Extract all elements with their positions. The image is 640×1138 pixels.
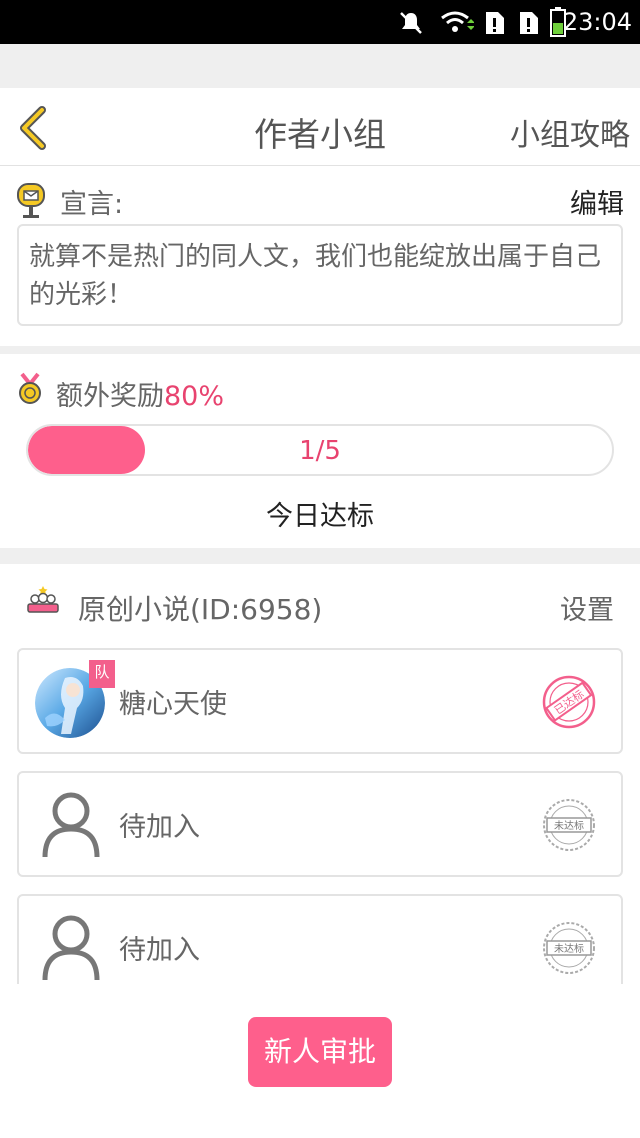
status-bar: 23:04 — [0, 0, 640, 44]
member-card[interactable]: 待加入 未达标 — [17, 771, 623, 877]
group-guide-link[interactable]: 小组攻略 — [510, 110, 630, 154]
group-header: 原创小说(ID:6958) 设置 — [0, 564, 640, 648]
mailbox-icon — [17, 183, 45, 218]
sim1-icon — [486, 12, 504, 34]
reward-percent: 80% — [164, 381, 225, 412]
reward-progress-bar: 1/5 — [26, 424, 614, 476]
member-name: 待加入 — [119, 935, 200, 966]
mute-icon — [400, 12, 422, 34]
wifi-icon — [441, 11, 474, 32]
user-placeholder-icon — [42, 792, 100, 858]
member-card[interactable]: 待加入 未达标 — [17, 894, 623, 984]
section-divider — [0, 548, 640, 564]
user-placeholder-icon — [42, 915, 100, 981]
section-divider — [0, 346, 640, 354]
sim2-icon — [520, 12, 538, 34]
declaration-label: 宣言: — [60, 189, 124, 220]
team-leader-badge: 队 — [89, 660, 115, 688]
stamp-achieved-icon: 已达标 — [542, 675, 596, 729]
stamp-not-achieved-icon: 未达标 — [543, 922, 595, 974]
footer: 新人审批 — [0, 984, 640, 1138]
reward-section: 额外奖励80% 1/5 今日达标 — [0, 354, 640, 548]
member-list[interactable]: 队 糖心天使 已达标 待加入 未达标 待加入 未达标 — [0, 648, 640, 984]
edit-button[interactable]: 编辑 — [570, 182, 624, 221]
member-name: 待加入 — [119, 812, 200, 843]
reward-label-text: 额外奖励 — [56, 381, 164, 412]
declaration-section: 宣言: 编辑 就算不是热门的同人文，我们也能绽放出属于自己的光彩！ — [0, 166, 640, 346]
stamp-not-achieved-text: 未达标 — [554, 820, 584, 832]
status-time: 23:04 — [562, 8, 632, 36]
nav-bar: 作者小组 小组攻略 — [0, 88, 640, 166]
new-member-approval-button[interactable]: 新人审批 — [248, 1017, 392, 1087]
top-spacer — [0, 44, 640, 88]
stamp-not-achieved-icon: 未达标 — [543, 799, 595, 851]
daily-status: 今日达标 — [266, 501, 374, 532]
declaration-text: 就算不是热门的同人文，我们也能绽放出属于自己的光彩！ — [17, 224, 623, 326]
group-title: 原创小说(ID:6958) — [78, 593, 323, 626]
group-settings-button[interactable]: 设置 — [560, 588, 614, 627]
member-name: 糖心天使 — [119, 689, 227, 720]
team-icon — [27, 586, 59, 613]
medal-icon — [19, 372, 41, 404]
member-card[interactable]: 队 糖心天使 已达标 — [17, 648, 623, 754]
stamp-not-achieved-text: 未达标 — [554, 943, 584, 955]
progress-text: 1/5 — [299, 436, 341, 466]
reward-label: 额外奖励80% — [56, 374, 224, 413]
